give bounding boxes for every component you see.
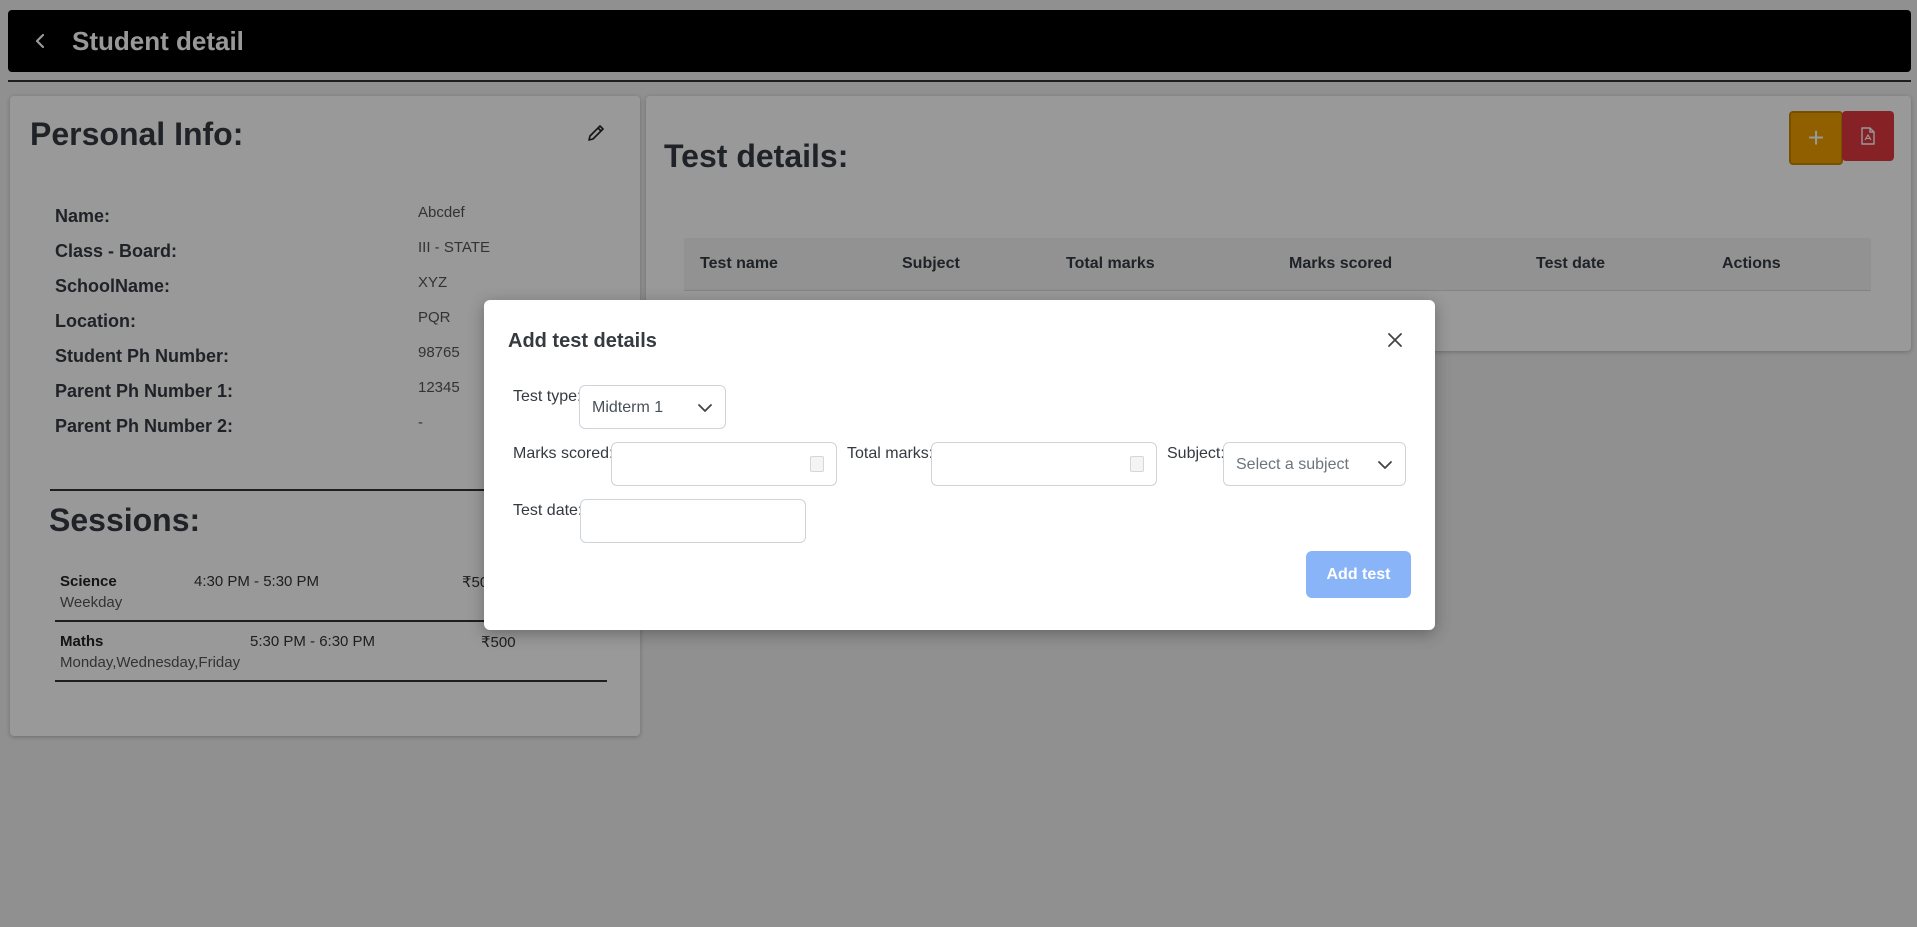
total-marks-input[interactable] bbox=[931, 442, 1157, 486]
chevron-down-icon bbox=[698, 404, 712, 412]
subject-label: Subject: bbox=[1167, 445, 1225, 462]
subject-select[interactable]: Select a subject bbox=[1223, 442, 1406, 486]
number-spinner[interactable] bbox=[1130, 456, 1144, 472]
test-type-label: Test type: bbox=[513, 388, 582, 405]
close-icon[interactable] bbox=[1385, 330, 1405, 350]
marks-scored-label: Marks scored: bbox=[513, 445, 614, 462]
test-type-select[interactable]: Midterm 1 bbox=[579, 385, 726, 429]
add-test-dialog: Add test details Test type: Midterm 1 Ma… bbox=[484, 300, 1435, 630]
chevron-down-icon bbox=[1378, 461, 1392, 469]
add-test-submit-button[interactable]: Add test bbox=[1306, 551, 1411, 598]
test-type-value: Midterm 1 bbox=[592, 399, 664, 416]
marks-scored-input[interactable] bbox=[611, 442, 837, 486]
test-date-label: Test date: bbox=[513, 502, 583, 519]
test-date-input[interactable] bbox=[580, 499, 806, 543]
dialog-title: Add test details bbox=[508, 330, 657, 352]
subject-placeholder: Select a subject bbox=[1236, 456, 1349, 473]
total-marks-label: Total marks: bbox=[847, 445, 934, 462]
number-spinner[interactable] bbox=[810, 456, 824, 472]
